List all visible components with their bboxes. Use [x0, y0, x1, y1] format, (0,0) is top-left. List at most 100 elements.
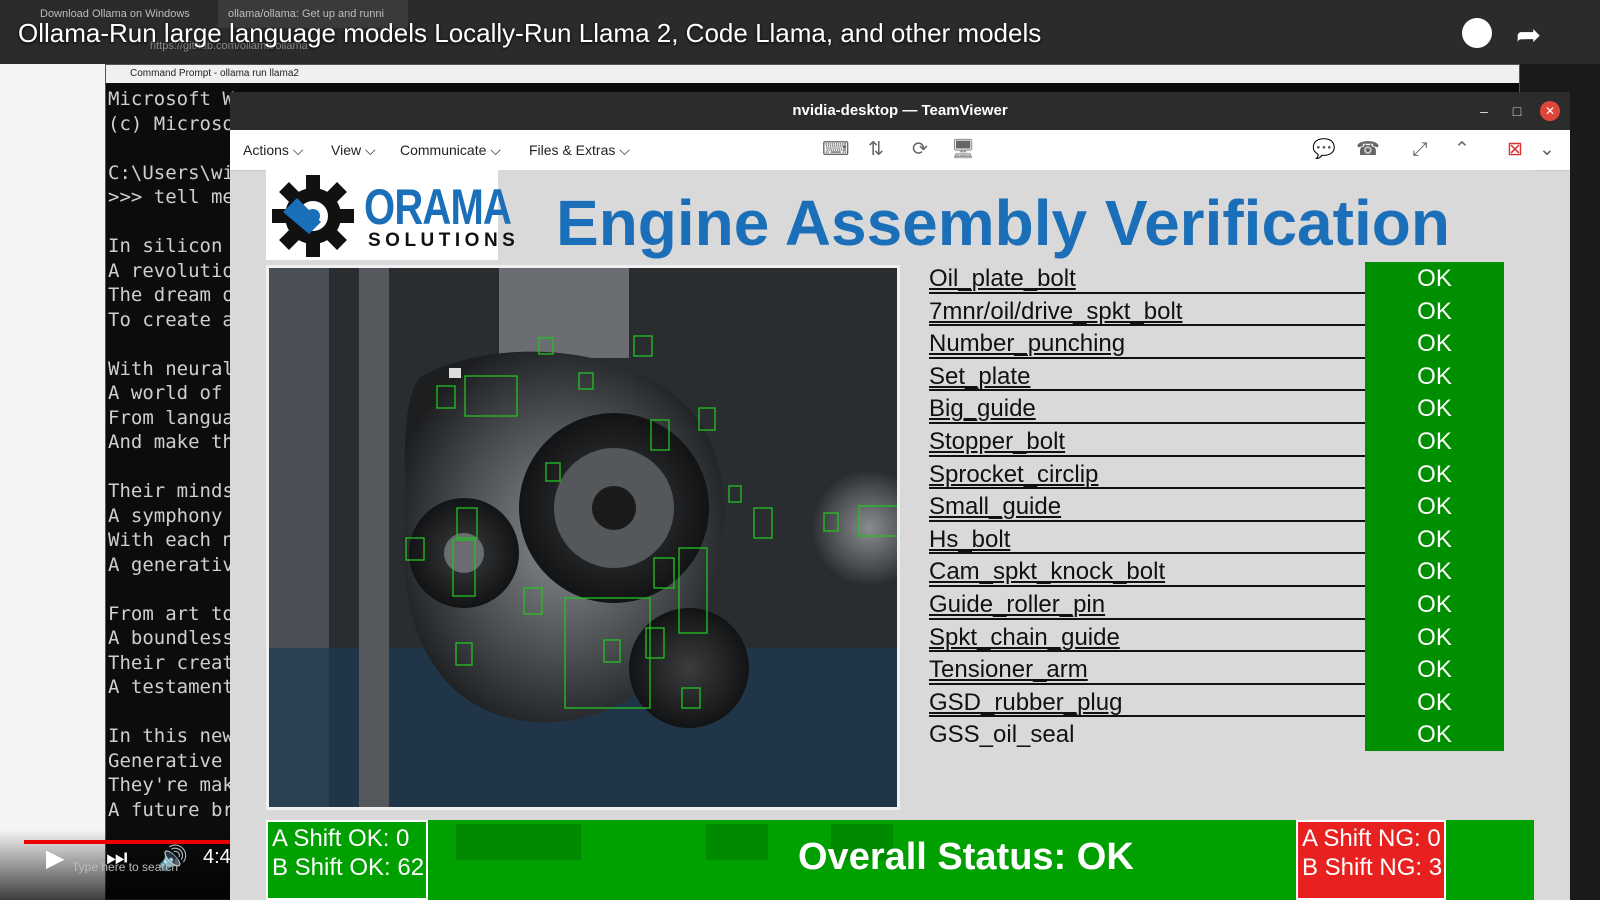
- check-status-badge: OK: [1365, 718, 1504, 751]
- check-status-badge: OK: [1365, 653, 1504, 686]
- row-divider: [929, 356, 1365, 359]
- page-background: [0, 64, 108, 900]
- check-status-badge: OK: [1365, 588, 1504, 621]
- check-name: Guide_roller_pin: [929, 591, 1106, 618]
- row-divider: [929, 715, 1365, 718]
- row-divider: [929, 487, 1365, 490]
- check-name: Hs_bolt: [929, 525, 1011, 553]
- check-status-badge: OK: [1365, 327, 1504, 360]
- chat-icon[interactable]: 💬: [1312, 138, 1336, 162]
- check-row: Guide_roller_pin OK: [929, 588, 1504, 621]
- check-row: Small_guide OK: [929, 490, 1504, 523]
- shift-ok-counter: A Shift OK: 0 B Shift OK: 62: [266, 820, 428, 900]
- check-status-badge: OK: [1365, 522, 1504, 556]
- orama-logo: ORAMA SOLUTIONS: [266, 170, 515, 260]
- check-name: GSD_rubber_plug: [929, 688, 1123, 716]
- fullscreen-icon[interactable]: ⤢: [1408, 138, 1432, 162]
- file-transfer-icon[interactable]: ⇅: [864, 138, 888, 162]
- teamviewer-toolbar: Actions ⌵ View ⌵ Communicate ⌵ Files & E…: [230, 130, 1570, 171]
- check-status-badge: OK: [1365, 392, 1504, 425]
- check-status-badge: OK: [1365, 359, 1504, 393]
- minimize-icon[interactable]: –: [1467, 92, 1501, 130]
- row-divider: [929, 682, 1365, 685]
- menu-files-extras-label: Files & Extras: [529, 142, 616, 158]
- check-name: Set_plate: [929, 362, 1031, 390]
- check-status-badge: OK: [1365, 620, 1504, 654]
- play-icon[interactable]: ▶: [46, 844, 64, 873]
- check-name: Sprocket_circlip: [929, 460, 1099, 488]
- call-icon[interactable]: ☎: [1356, 138, 1380, 162]
- check-status-badge: OK: [1365, 294, 1504, 328]
- check-name: Oil_plate_bolt: [929, 265, 1076, 292]
- check-row: Oil_plate_bolt OK: [929, 262, 1504, 295]
- logo-subtext: SOLUTIONS: [368, 230, 520, 251]
- row-divider: [929, 389, 1365, 392]
- gear-logo-icon: [272, 175, 354, 257]
- refresh-icon[interactable]: ⟳: [908, 138, 932, 162]
- page-title: Engine Assembly Verification: [556, 187, 1450, 259]
- row-divider: [929, 552, 1365, 555]
- watch-later-icon[interactable]: [1462, 18, 1492, 48]
- chevron-down-icon[interactable]: ⌄: [1535, 138, 1559, 162]
- check-name: GSS_oil_seal: [929, 721, 1075, 749]
- cmd-title: Command Prompt - ollama run llama2: [106, 65, 1519, 83]
- check-row: Hs_bolt OK: [929, 522, 1504, 556]
- menu-files-extras[interactable]: Files & Extras ⌵: [529, 130, 630, 170]
- check-name: Spkt_chain_guide: [929, 623, 1120, 651]
- menu-communicate[interactable]: Communicate ⌵: [400, 130, 501, 170]
- teamviewer-title: nvidia-desktop — TeamViewer: [230, 92, 1570, 130]
- close-icon[interactable]: ✕: [1540, 101, 1560, 121]
- screen-icon[interactable]: 🖥: [951, 138, 975, 162]
- row-divider: [929, 519, 1365, 522]
- check-name: Tensioner_arm: [929, 656, 1088, 684]
- cmd-output: Microsoft W (c) Microso C:\Users\wi >>> …: [108, 88, 234, 821]
- row-divider: [929, 291, 1365, 294]
- row-divider: [929, 617, 1365, 620]
- maximize-icon[interactable]: □: [1500, 92, 1534, 130]
- check-row: Number_punching OK: [929, 327, 1504, 360]
- check-row: GSS_oil_seal OK: [929, 718, 1504, 751]
- engine-image: [269, 268, 897, 807]
- end-session-icon[interactable]: ⊠: [1503, 138, 1527, 162]
- check-row: Spkt_chain_guide OK: [929, 620, 1504, 654]
- check-status-badge: OK: [1365, 425, 1504, 458]
- chevron-up-icon[interactable]: ⌃: [1450, 138, 1474, 162]
- row-divider: [929, 584, 1365, 587]
- time-display: 4:4: [203, 846, 231, 868]
- share-icon[interactable]: ➦: [1516, 18, 1541, 53]
- check-name: Small_guide: [929, 493, 1062, 521]
- camera-feed: [266, 265, 900, 810]
- check-row: Set_plate OK: [929, 359, 1504, 393]
- check-status-badge: OK: [1365, 457, 1504, 491]
- teamviewer-window: nvidia-desktop — TeamViewer – □ ✕ Action…: [230, 92, 1570, 900]
- check-name: 7mnr/oil/drive_spkt_bolt: [929, 297, 1183, 325]
- b-shift-ok: B Shift OK: 62: [272, 854, 425, 881]
- taskbar-search[interactable]: Type here to search: [72, 860, 178, 874]
- overall-status: Overall Status: OK: [798, 836, 1134, 878]
- keyboard-icon[interactable]: ⌨: [822, 138, 849, 162]
- remote-screen: ORAMA SOLUTIONS Engine Assembly Verifica…: [266, 170, 1534, 900]
- a-shift-ok: A Shift OK: 0: [272, 825, 410, 852]
- video-title: Ollama-Run large language models Locally…: [18, 18, 1042, 48]
- row-divider: [929, 421, 1365, 424]
- check-name: Number_punching: [929, 330, 1126, 358]
- check-name: Big_guide: [929, 395, 1036, 423]
- menu-actions-label: Actions: [243, 142, 289, 158]
- logo-text: ORAMA: [364, 179, 512, 235]
- check-row: Stopper_bolt OK: [929, 425, 1504, 458]
- shift-ng-counter: A Shift NG: 0 B Shift NG: 3: [1296, 820, 1446, 900]
- menu-view[interactable]: View ⌵: [331, 130, 376, 170]
- check-name: Stopper_bolt: [929, 428, 1066, 455]
- menu-actions[interactable]: Actions ⌵: [243, 130, 303, 170]
- status-bar: A Shift OK: 0 B Shift OK: 62 Overall Sta…: [266, 820, 1534, 900]
- check-row: 7mnr/oil/drive_spkt_bolt OK: [929, 294, 1504, 328]
- status-block: [456, 824, 581, 860]
- check-name: Cam_spkt_knock_bolt: [929, 558, 1166, 586]
- menu-communicate-label: Communicate: [400, 142, 487, 158]
- check-row: Big_guide OK: [929, 392, 1504, 425]
- check-row: GSD_rubber_plug OK: [929, 685, 1504, 719]
- check-status-badge: OK: [1365, 685, 1504, 719]
- check-status-badge: OK: [1365, 555, 1504, 588]
- check-row: Tensioner_arm OK: [929, 653, 1504, 686]
- row-divider: [929, 650, 1365, 653]
